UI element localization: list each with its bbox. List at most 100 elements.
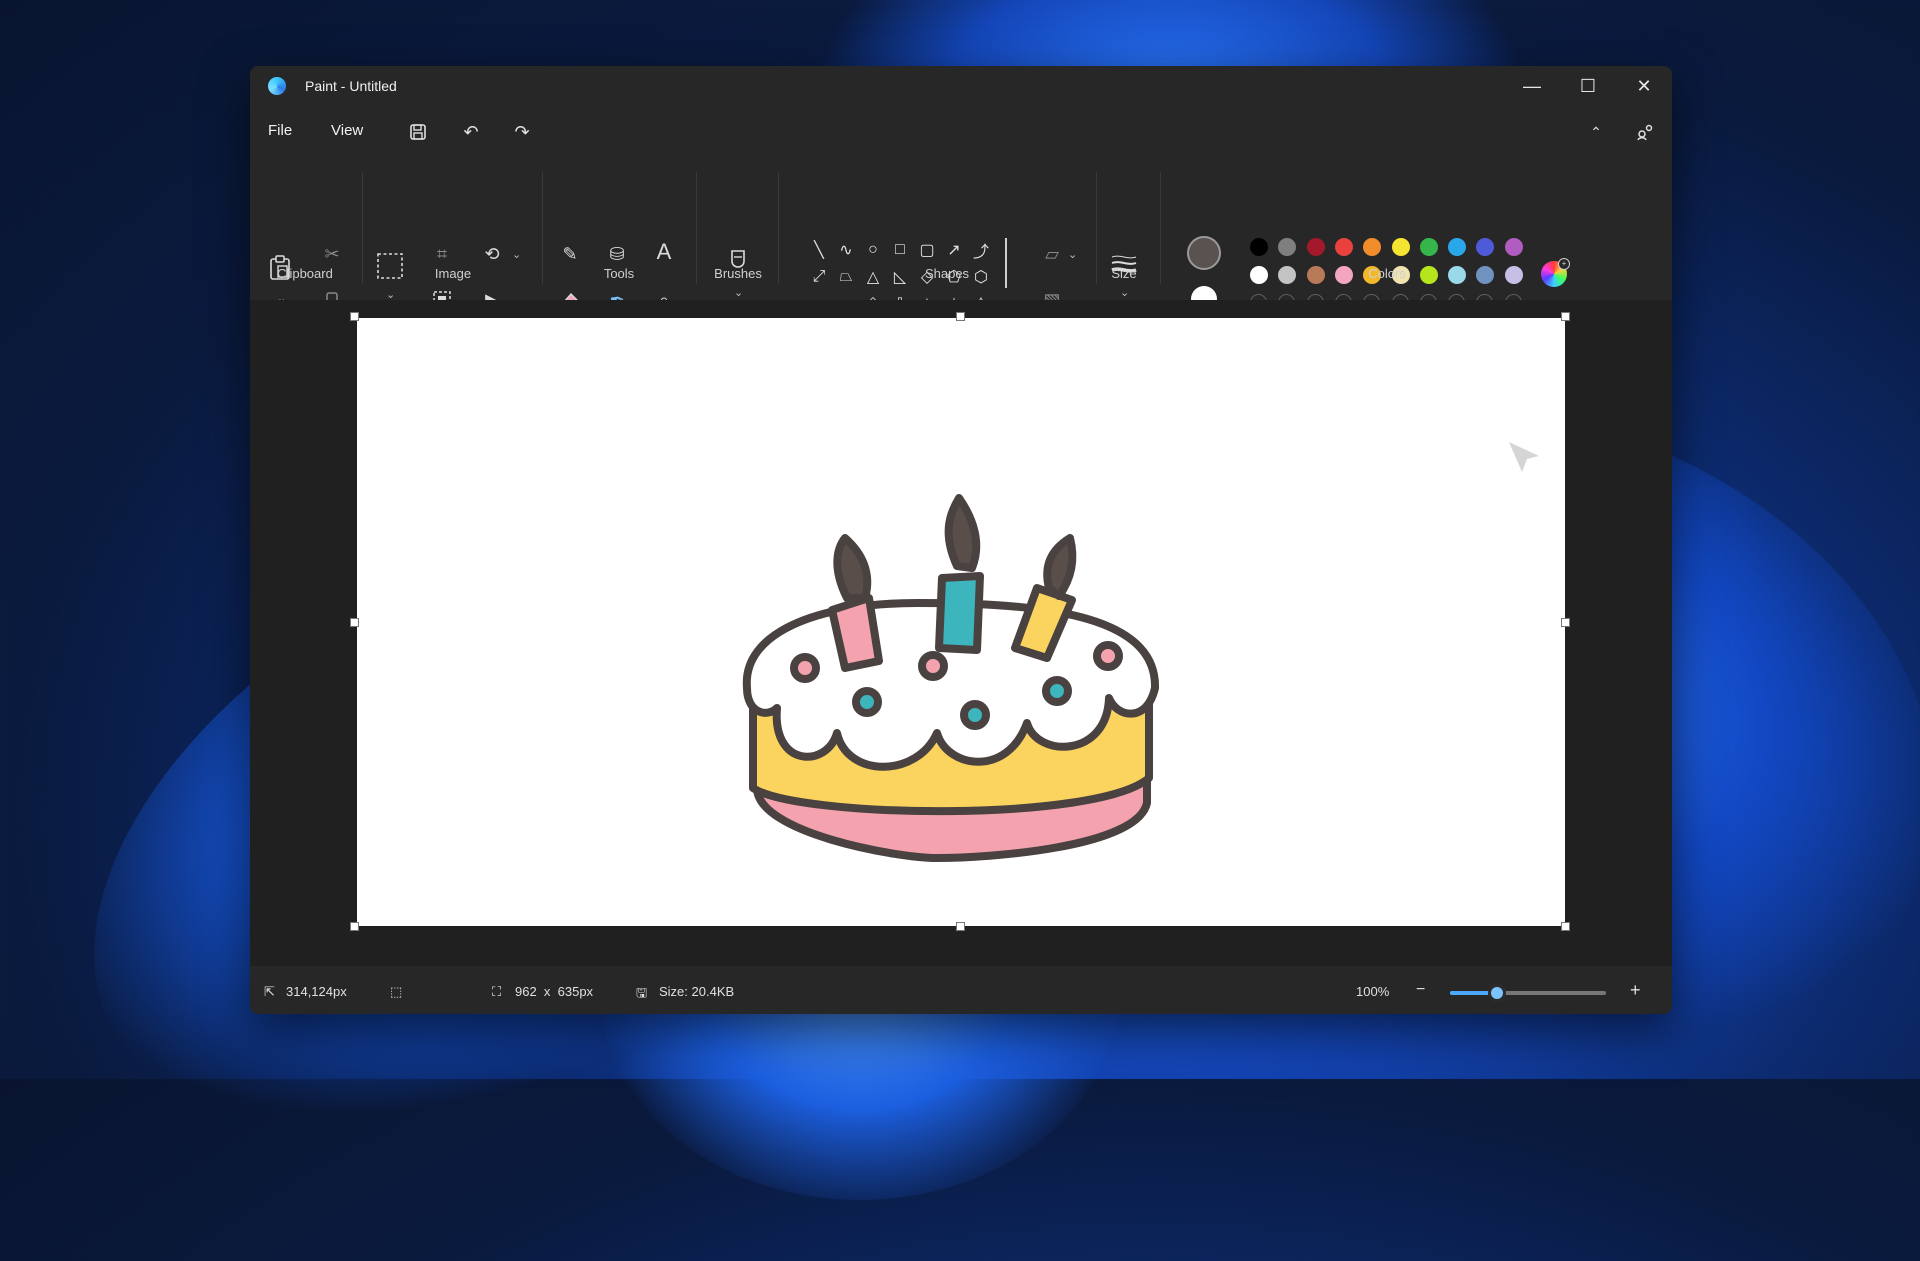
shapes-scrollbar[interactable] (1005, 238, 1007, 288)
canvas-handle-top-left[interactable] (350, 312, 359, 321)
shape-arrow-diagonal[interactable]: ↗ (942, 238, 966, 262)
collapse-ribbon-button[interactable]: ⌃ (1581, 118, 1611, 146)
color-swatch[interactable] (1448, 238, 1467, 256)
edit-colors-icon: + (1541, 258, 1570, 287)
cut-button[interactable]: ✂ (318, 240, 346, 268)
minimize-button[interactable]: — (1504, 66, 1560, 106)
canvas-handle-bottom-right[interactable] (1561, 922, 1570, 931)
select-button[interactable] (376, 252, 404, 280)
ribbon-separator (1160, 172, 1161, 284)
canvas-handle-top[interactable] (956, 312, 965, 321)
undo-icon: ↶ (463, 121, 479, 142)
redo-icon: ↷ (514, 121, 530, 142)
zoom-level[interactable]: 100% (1356, 984, 1389, 999)
rotate-icon: ⟲ (484, 244, 500, 264)
color-swatch[interactable] (1334, 266, 1353, 284)
group-label-tools: Tools (603, 266, 635, 281)
color-swatch[interactable] (1504, 238, 1523, 256)
shape-curve[interactable]: ∿ (834, 238, 858, 262)
zoom-out-button[interactable]: − (1416, 981, 1425, 999)
zoom-in-button[interactable]: + (1630, 980, 1641, 1001)
color-swatch[interactable] (1391, 238, 1410, 256)
color-swatch[interactable] (1504, 266, 1523, 284)
window-title: Paint - Untitled (305, 78, 397, 94)
shape-rectangle[interactable]: □ (888, 238, 912, 262)
crop-button[interactable]: ⌗ (428, 240, 456, 268)
shape-rounded-rectangle[interactable]: ▢ (915, 238, 939, 262)
color-swatch[interactable] (1278, 238, 1297, 256)
primary-color[interactable] (1187, 236, 1221, 270)
paint-app-icon (268, 77, 286, 95)
collapse-ribbon-icon: ⌃ (1590, 123, 1602, 140)
color-swatch[interactable] (1476, 238, 1495, 256)
ribbon-separator (362, 172, 363, 284)
redo-button[interactable]: ↷ (507, 118, 537, 146)
share-button[interactable] (1630, 118, 1660, 146)
color-swatch[interactable] (1306, 238, 1325, 256)
rotate-chevron-icon[interactable]: ⌄ (512, 248, 521, 261)
color-swatch[interactable] (1278, 266, 1297, 284)
canvas-handle-right[interactable] (1561, 618, 1570, 627)
fill-icon: ⛁ (609, 244, 625, 264)
shape-polygon[interactable]: ⏢ (834, 265, 858, 289)
color-swatch[interactable] (1476, 266, 1495, 284)
shape-oval[interactable]: ○ (861, 238, 885, 262)
text-button[interactable]: A (650, 238, 678, 266)
ribbon-separator (1096, 172, 1097, 284)
close-button[interactable]: ✕ (1616, 66, 1672, 106)
canvas-handle-bottom-left[interactable] (350, 922, 359, 931)
maximize-button[interactable]: ☐ (1560, 66, 1616, 106)
edit-colors-button[interactable]: + (1540, 258, 1570, 288)
outline-chevron-icon[interactable]: ⌄ (1068, 248, 1077, 261)
file-size: Size: 20.4KB (659, 984, 735, 999)
shape-line[interactable]: ╲ (807, 238, 831, 262)
ribbon-separator (696, 172, 697, 284)
canvas-handle-top-right[interactable] (1561, 312, 1570, 321)
status-bar: ⇱ 314,124px ⬚ ⛶ 962 x 635px 🖫 Size: 20.4… (250, 970, 1672, 1014)
color-swatch[interactable] (1419, 238, 1438, 256)
color-swatch[interactable] (1419, 266, 1438, 284)
color-swatch[interactable] (1250, 266, 1268, 284)
file-size-icon: 🖫 (636, 985, 648, 1000)
image-rotate-button[interactable]: ⟲ (478, 240, 506, 268)
save-button[interactable] (403, 118, 433, 146)
shape-double-arrow[interactable]: ⤢ (807, 265, 831, 289)
zoom-slider-thumb[interactable] (1487, 984, 1506, 1002)
canvas-dimensions: 962 x 635px (515, 984, 594, 999)
shape-curved-arrow[interactable]: ⤴ (969, 238, 993, 262)
group-label-image: Image (434, 266, 472, 281)
fill-button[interactable]: ⛁ (603, 240, 631, 268)
drawing-canvas[interactable] (357, 318, 1565, 926)
shape-triangle[interactable]: △ (861, 265, 885, 289)
color-swatch[interactable] (1250, 238, 1268, 256)
cut-icon: ✂ (324, 244, 340, 264)
birthday-cake-drawing (742, 494, 1160, 862)
menu-file[interactable]: File (268, 122, 292, 139)
ribbon-separator (542, 172, 543, 284)
zoom-out-icon: − (1416, 981, 1426, 998)
canvas-handle-bottom[interactable] (956, 922, 965, 931)
brushes-chevron-icon[interactable]: ⌄ (734, 286, 743, 299)
group-label-clipboard: Clipboard (277, 266, 333, 281)
zoom-slider[interactable] (1450, 984, 1606, 1002)
color-swatch[interactable] (1363, 238, 1382, 256)
shape-hexagon[interactable]: ⬡ (969, 265, 993, 289)
shape-outline-button[interactable]: ▱ (1038, 240, 1066, 268)
group-label-brushes: Brushes (714, 266, 762, 281)
cursor-position: 314,124px (286, 984, 347, 999)
pencil-button[interactable]: ✎ (556, 240, 584, 268)
size-chevron-icon[interactable]: ⌄ (1120, 286, 1129, 299)
menu-view[interactable]: View (331, 122, 363, 139)
zoom-in-icon: + (1630, 980, 1641, 1000)
pencil-icon: ✎ (562, 244, 578, 264)
color-swatch[interactable] (1448, 266, 1467, 284)
shape-right-triangle[interactable]: ◺ (888, 265, 912, 289)
ribbon-separator (778, 172, 779, 284)
ribbon: ⌄ ✂ Clipboard ⌄ ⌗ ⟲ ⌄ ▶ ⌄ Image ✎ ⛁ A ✒ … (250, 158, 1672, 313)
pointer-icon: ⇱ (264, 984, 275, 999)
undo-button[interactable]: ↶ (456, 118, 486, 146)
color-swatch[interactable] (1334, 238, 1353, 256)
color-swatch[interactable] (1306, 266, 1325, 284)
canvas-handle-left[interactable] (350, 618, 359, 627)
text-icon: A (656, 239, 672, 264)
